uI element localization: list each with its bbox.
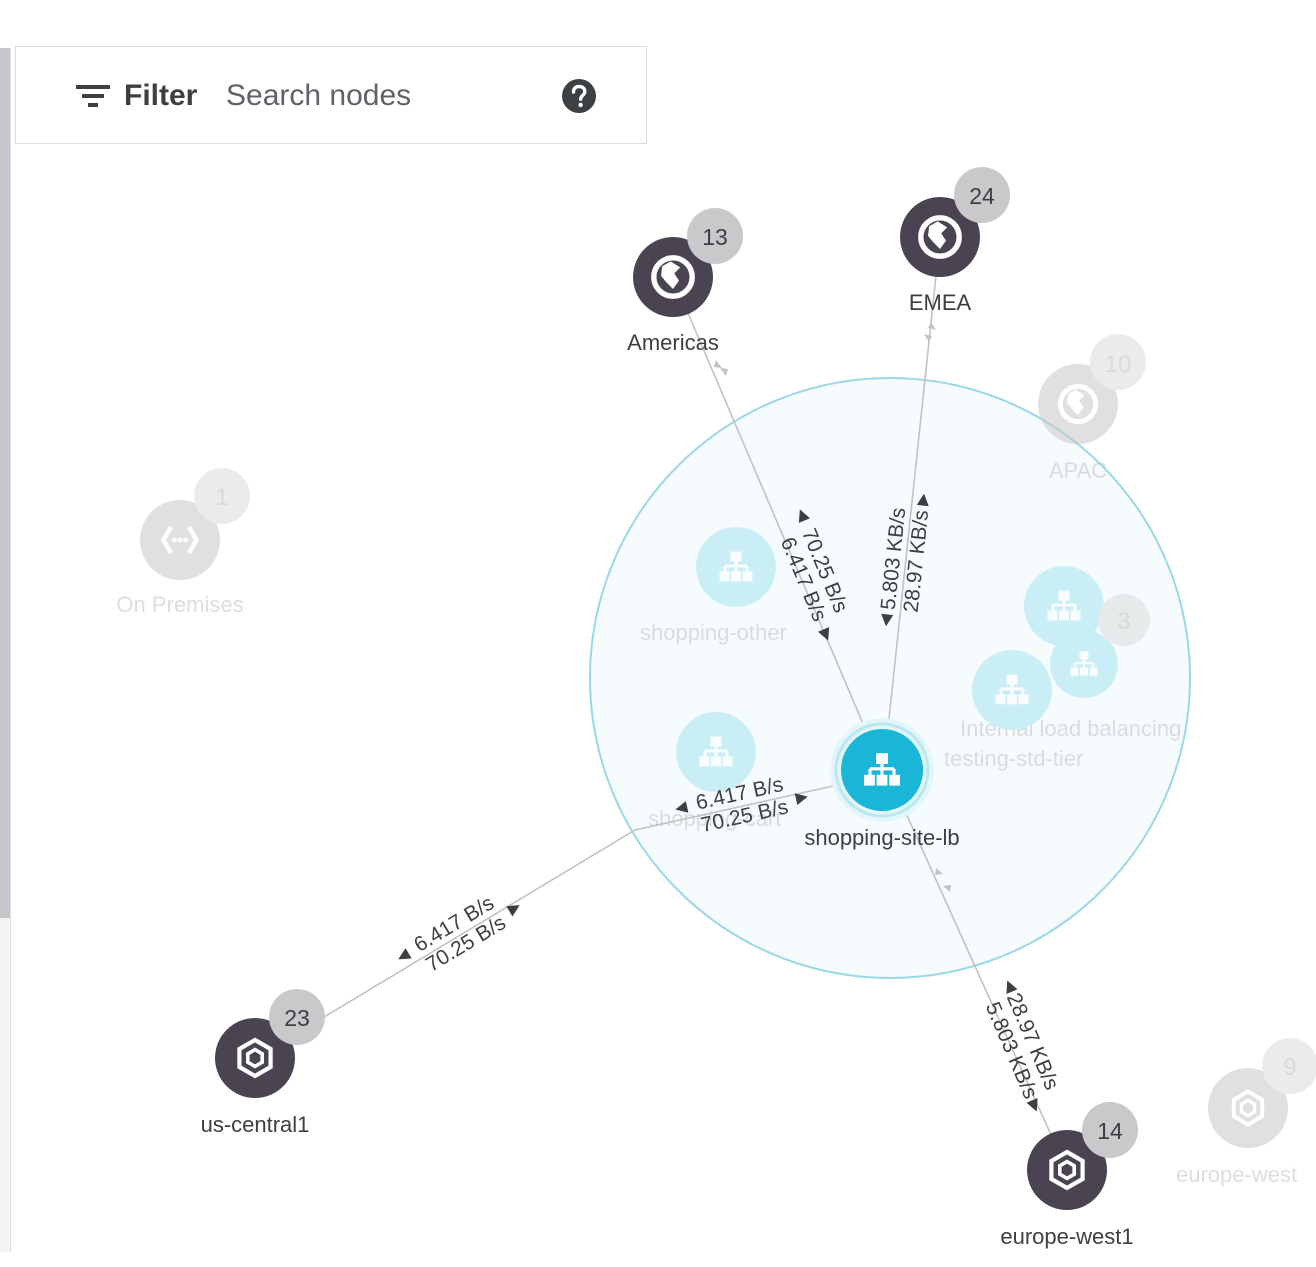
node-internal-lb-badge: 3 [1117,608,1130,635]
arrow-left-icon [1006,980,1018,994]
node-us-central1-label: us-central1 [201,1112,310,1137]
node-americas-label: Americas [627,330,719,355]
node-testing-std-tier-label: testing-std-tier [944,746,1083,771]
node-us-central1[interactable]: 23 us-central1 [201,989,325,1137]
node-emea[interactable]: 24 EMEA [900,167,1010,315]
node-europe-west1[interactable]: 14 europe-west1 [1000,1102,1138,1249]
node-apac-label: APAC [1049,458,1107,483]
filter-button[interactable]: Filter [76,75,197,117]
filter-list-icon [76,85,110,107]
node-europe-west1-label: europe-west1 [1000,1224,1133,1249]
node-shopping-other-label: shopping-other [640,620,787,645]
network-topology-graph[interactable]: 10 APAC 1 On Premises 9 europe-west shop… [0,0,1316,1267]
node-americas-badge: 13 [702,224,728,250]
double-arrow-icon [714,360,728,376]
search-nodes-input[interactable] [226,75,546,117]
node-europe-west-2[interactable]: 9 europe-west [1176,1038,1316,1187]
help-circle-icon[interactable] [562,79,596,113]
arrow-left-icon [398,948,412,960]
node-apac[interactable]: 10 APAC [1038,334,1146,483]
node-shopping-site-lb-label: shopping-site-lb [804,825,959,850]
node-emea-label: EMEA [909,290,972,315]
node-us-central1-badge: 23 [284,1005,310,1031]
node-on-premises-label: On Premises [116,592,243,617]
node-on-premises-badge: 1 [215,484,228,511]
node-europe-west-2-badge: 9 [1283,1054,1296,1081]
node-on-premises[interactable]: 1 On Premises [116,468,250,617]
node-apac-badge: 10 [1105,351,1132,378]
node-europe-west1-badge: 14 [1097,1118,1123,1144]
filter-label: Filter [124,79,198,112]
node-americas[interactable]: 13 Americas [627,208,743,355]
filter-bar: Filter [15,46,647,144]
node-europe-west-2-label: europe-west [1176,1162,1297,1187]
node-emea-badge: 24 [969,183,995,209]
